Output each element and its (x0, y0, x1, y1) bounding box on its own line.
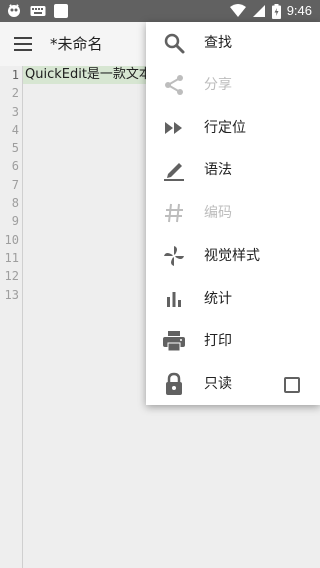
editor-line[interactable]: QuickEdit是一款文本 (23, 66, 147, 85)
menu-item-print[interactable]: 打印 (146, 320, 320, 362)
status-bar-left (6, 3, 68, 19)
pinwheel-icon (164, 246, 184, 266)
menu-item-find[interactable]: 查找 (146, 22, 320, 64)
status-bar: 9:46 (0, 0, 320, 22)
line-number: 9 (11, 214, 19, 229)
line-number-gutter: 1 2 3 4 5 6 7 8 9 10 11 12 13 (0, 66, 23, 568)
line-number: 1 (11, 68, 19, 82)
line-number: 5 (11, 141, 19, 156)
lock-icon (166, 372, 182, 395)
fast-forward-icon (165, 122, 182, 134)
menu-item-label: 打印 (204, 333, 232, 349)
share-icon (165, 75, 183, 95)
menu-item-statistics[interactable]: 统计 (146, 278, 320, 320)
read-only-checkbox[interactable] (284, 377, 300, 393)
pen-icon (164, 163, 184, 181)
line-number: 11 (4, 250, 19, 265)
square-icon (54, 4, 68, 18)
menu-item-label: 只读 (204, 376, 232, 392)
signal-icon (252, 5, 265, 17)
line-number: 3 (11, 104, 19, 119)
menu-item-goto-line[interactable]: 行定位 (146, 107, 320, 149)
menu-item-visual-style[interactable]: 视觉样式 (146, 235, 320, 277)
line-number: 10 (4, 232, 19, 247)
line-number: 8 (11, 196, 19, 211)
status-bar-right: 9:46 (229, 2, 312, 20)
status-time: 9:46 (286, 3, 312, 18)
menu-item-label: 语法 (204, 162, 232, 178)
menu-item-label: 分享 (204, 77, 232, 93)
line-number: 12 (4, 269, 19, 284)
menu-item-label: 查找 (204, 35, 232, 51)
line-number: 2 (11, 86, 19, 101)
menu-item-label: 视觉样式 (204, 248, 260, 264)
hamburger-icon[interactable] (12, 32, 36, 56)
overflow-menu: 查找 分享 行定位 语法 编码 视觉样式 统计 打印 只读 (146, 22, 320, 405)
menu-item-encoding[interactable]: 编码 (146, 192, 320, 234)
keyboard-icon (30, 6, 46, 16)
menu-item-label: 统计 (204, 291, 232, 307)
menu-item-label: 行定位 (204, 120, 246, 136)
app-notification-icon (8, 4, 20, 17)
battery-icon (271, 3, 281, 19)
document-title: *未命名 (50, 35, 103, 53)
line-number: 13 (4, 287, 19, 302)
menu-item-read-only[interactable]: 只读 (146, 363, 320, 405)
line-number: 4 (11, 122, 19, 137)
line-number: 7 (11, 177, 19, 192)
search-icon (164, 33, 185, 54)
menu-item-label: 编码 (204, 205, 232, 221)
menu-item-share[interactable]: 分享 (146, 64, 320, 106)
hash-icon (165, 203, 183, 223)
bar-chart-icon (167, 292, 181, 307)
printer-icon (163, 331, 185, 352)
menu-item-syntax[interactable]: 语法 (146, 149, 320, 191)
wifi-icon (229, 4, 246, 17)
line-number: 6 (11, 159, 19, 174)
